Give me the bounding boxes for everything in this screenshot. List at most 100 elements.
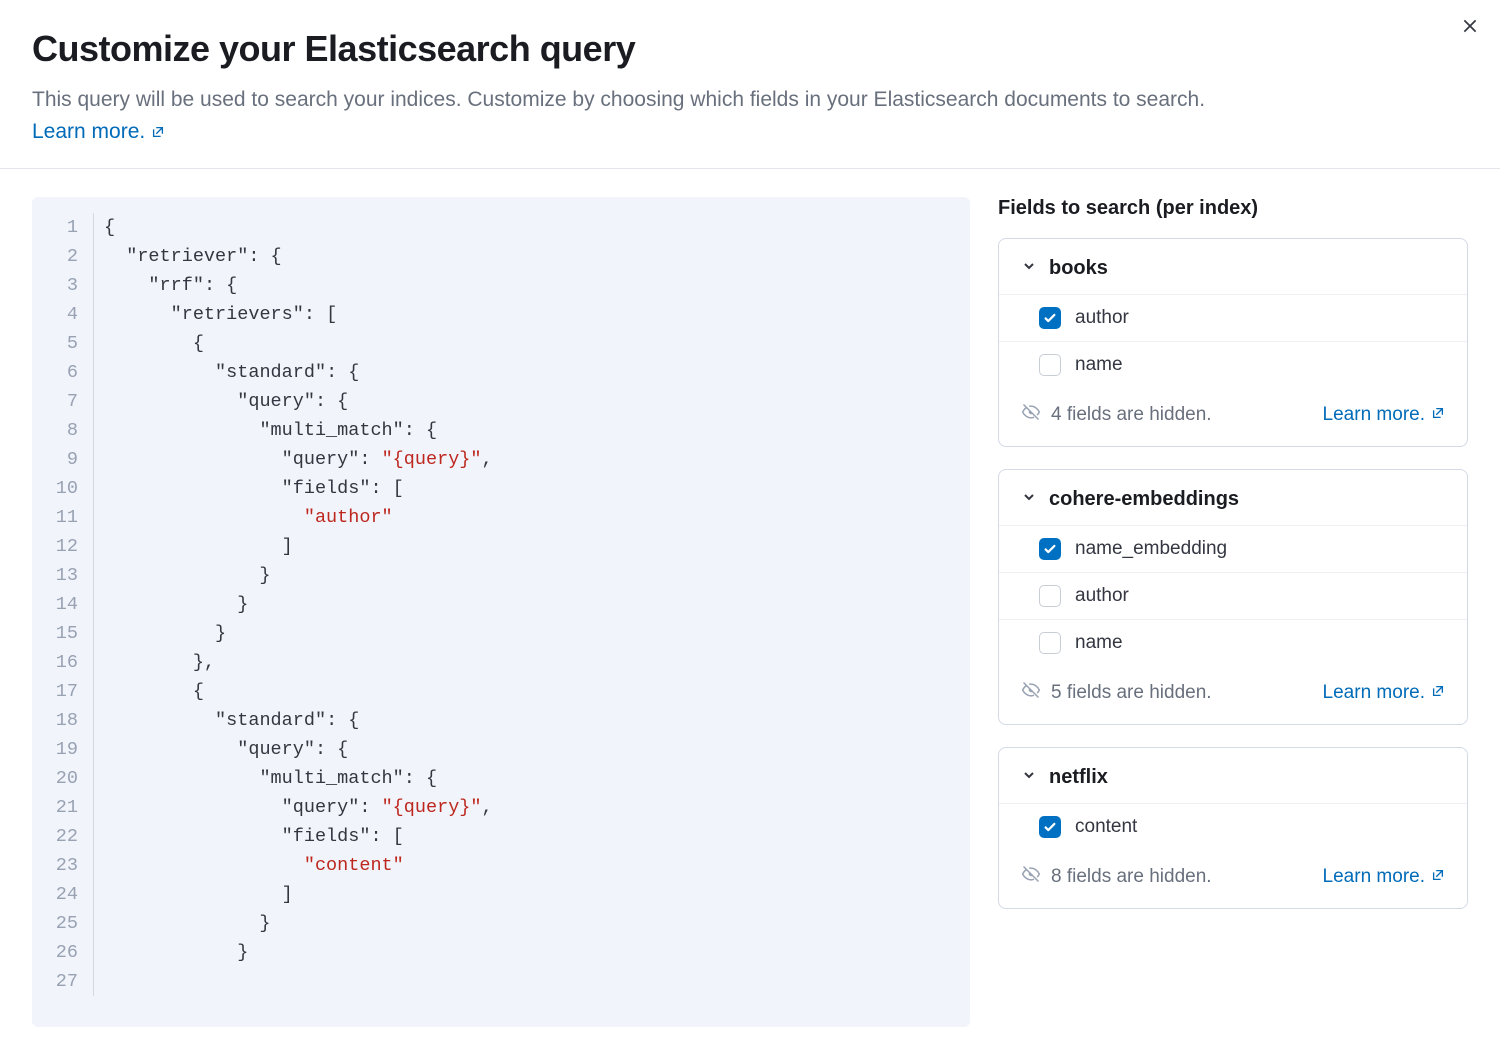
line-code: ] [104,532,970,561]
chevron-down-icon [1021,258,1037,279]
line-code: } [104,619,970,648]
eye-off-icon [1021,864,1041,890]
line-code: "query": "{query}", [104,793,970,822]
line-number: 20 [32,764,104,793]
line-number: 19 [32,735,104,764]
line-number: 4 [32,300,104,329]
line-code: "standard": { [104,358,970,387]
code-line: 19 "query": { [32,735,970,764]
line-number: 2 [32,242,104,271]
field-checkbox[interactable] [1039,632,1061,654]
learn-more-link[interactable]: Learn more. [1323,404,1445,426]
line-number: 21 [32,793,104,822]
index-name: netflix [1049,766,1108,789]
field-label: name_embedding [1075,538,1227,560]
line-number: 22 [32,822,104,851]
line-code: } [104,590,970,619]
field-row: name [999,341,1467,388]
line-number: 27 [32,967,104,996]
line-number: 5 [32,329,104,358]
line-number: 6 [32,358,104,387]
line-number: 13 [32,561,104,590]
index-footer: 4 fields are hidden.Learn more. [999,388,1467,446]
modal-content: 1{2 "retriever": {3 "rrf": {4 "retriever… [0,169,1500,1027]
line-code: } [104,561,970,590]
eye-off-icon [1021,680,1041,706]
hidden-fields-text: 8 fields are hidden. [1021,864,1212,890]
query-code-editor[interactable]: 1{2 "retriever": {3 "rrf": {4 "retriever… [32,197,970,1027]
line-number: 12 [32,532,104,561]
field-checkbox[interactable] [1039,307,1061,329]
learn-more-link[interactable]: Learn more. [32,120,165,144]
field-checkbox[interactable] [1039,816,1061,838]
line-code: "multi_match": { [104,416,970,445]
close-button[interactable] [1456,12,1484,40]
index-footer: 5 fields are hidden. Learn more. [999,666,1467,724]
code-line: 16 }, [32,648,970,677]
customize-query-modal: Customize your Elasticsearch query This … [0,0,1500,1038]
code-line: 20 "multi_match": { [32,764,970,793]
line-number: 14 [32,590,104,619]
line-number: 16 [32,648,104,677]
line-number: 26 [32,938,104,967]
learn-more-link[interactable]: Learn more. [1323,866,1445,888]
field-checkbox[interactable] [1039,538,1061,560]
line-code: "fields": [ [104,822,970,851]
line-code: "retriever": { [104,242,970,271]
modal-header: Customize your Elasticsearch query This … [0,0,1500,169]
code-line: 5 { [32,329,970,358]
line-code: "retrievers": [ [104,300,970,329]
index-toggle[interactable]: netflix [999,748,1467,803]
line-code: } [104,938,970,967]
field-label: author [1075,307,1129,329]
code-line: 26 } [32,938,970,967]
index-name: cohere-embeddings [1049,488,1239,511]
external-link-icon [1431,682,1445,704]
code-line: 22 "fields": [ [32,822,970,851]
field-row: author [999,572,1467,619]
code-line: 9 "query": "{query}", [32,445,970,474]
fields-panel-title: Fields to search (per index) [998,197,1468,220]
code-line: 17 { [32,677,970,706]
code-line: 1{ [32,213,970,242]
code-line: 14 } [32,590,970,619]
index-name: books [1049,257,1108,280]
line-number: 9 [32,445,104,474]
code-line: 18 "standard": { [32,706,970,735]
code-line: 6 "standard": { [32,358,970,387]
line-number: 3 [32,271,104,300]
external-link-icon [151,125,165,139]
line-number: 18 [32,706,104,735]
field-row: author [999,294,1467,341]
line-code: { [104,677,970,706]
field-checkbox[interactable] [1039,354,1061,376]
line-number: 23 [32,851,104,880]
chevron-down-icon [1021,767,1037,788]
code-line: 15 } [32,619,970,648]
eye-off-icon [1021,402,1041,428]
learn-more-link[interactable]: Learn more. [1323,682,1445,704]
line-number: 1 [32,213,104,242]
field-label: author [1075,585,1129,607]
code-line: 27 [32,967,970,996]
field-checkbox[interactable] [1039,585,1061,607]
code-line: 4 "retrievers": [ [32,300,970,329]
line-number: 17 [32,677,104,706]
index-toggle[interactable]: books [999,239,1467,294]
line-code: "rrf": { [104,271,970,300]
hidden-fields-text: 5 fields are hidden. [1021,680,1212,706]
code-line: 23 "content" [32,851,970,880]
index-toggle[interactable]: cohere-embeddings [999,470,1467,525]
line-number: 15 [32,619,104,648]
code-line: 11 "author" [32,503,970,532]
modal-title: Customize your Elasticsearch query [32,28,1468,70]
code-line: 2 "retriever": { [32,242,970,271]
line-number: 25 [32,909,104,938]
line-code: "author" [104,503,970,532]
external-link-icon [1431,866,1445,888]
line-code: } [104,909,970,938]
external-link-icon [1431,404,1445,426]
line-code: ] [104,880,970,909]
line-code: "query": "{query}", [104,445,970,474]
code-line: 21 "query": "{query}", [32,793,970,822]
